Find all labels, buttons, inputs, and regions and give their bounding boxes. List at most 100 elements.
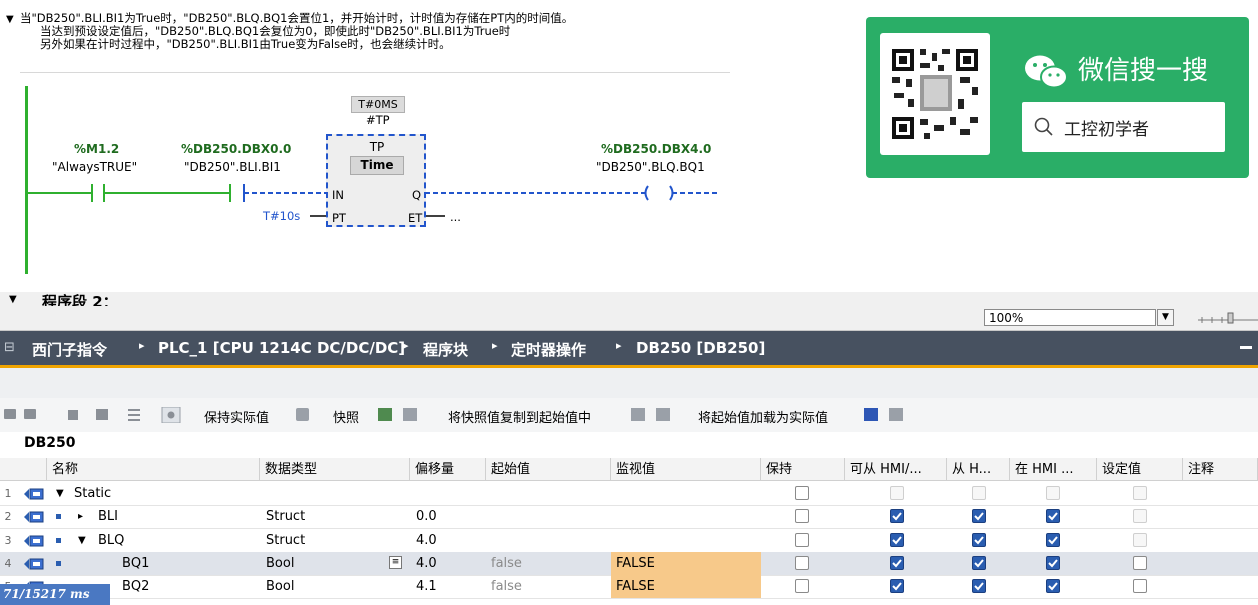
checkbox[interactable] [1133, 486, 1147, 500]
toolbar-icons-left[interactable] [4, 407, 184, 423]
checkbox[interactable] [972, 533, 986, 547]
column-header-start-value[interactable]: 起始值 [486, 458, 611, 481]
column-header-hmi-visible[interactable]: 在 HMI ... [1010, 458, 1097, 481]
breadcrumb-item-project[interactable]: 西门子指令 [32, 339, 107, 360]
checkbox[interactable] [1046, 486, 1060, 500]
zoom-select[interactable]: 100% [984, 309, 1156, 326]
timer-instance[interactable]: #TP [366, 113, 390, 127]
cell-datatype[interactable]: Struct [266, 529, 305, 552]
table-row[interactable]: 4 BQ1 Bool 4.0 false FALSE ≡ [0, 552, 1258, 576]
column-header-monitor-value[interactable]: 监视值 [611, 458, 761, 481]
cell-offset[interactable]: 0.0 [416, 505, 437, 528]
cell-start-value[interactable]: false [491, 552, 522, 575]
wechat-search-box[interactable]: 工控初学者 [1022, 102, 1225, 152]
cell-name[interactable]: Static [74, 482, 111, 505]
snapshot-button[interactable]: 快照 [333, 407, 359, 426]
keep-actual-values-button[interactable]: 保持实际值 [204, 407, 269, 426]
checkbox[interactable] [890, 533, 904, 547]
checkbox[interactable] [1046, 556, 1060, 570]
checkbox[interactable] [1133, 556, 1147, 570]
checkbox[interactable] [890, 579, 904, 593]
table-row[interactable]: 2 ▸ BLI Struct 0.0 [0, 505, 1258, 529]
cell-name[interactable]: BLI [98, 505, 118, 528]
cell-offset[interactable]: 4.0 [416, 552, 437, 575]
checkbox[interactable] [972, 509, 986, 523]
load-start-as-actual-button[interactable]: 将起始值加载为实际值 [698, 407, 828, 426]
network-2-header[interactable]: ▼ 程序段 2： [0, 292, 1258, 306]
cell-offset[interactable]: 4.0 [416, 529, 437, 552]
start-value-icon-2[interactable] [656, 408, 670, 421]
checkbox[interactable] [972, 556, 986, 570]
cell-offset[interactable]: 4.1 [416, 575, 437, 598]
column-header-hmi-write[interactable]: 从 H... [947, 458, 1010, 481]
coil-address[interactable]: %DB250.DBX4.0 [601, 142, 711, 156]
column-header-datatype[interactable]: 数据类型 [260, 458, 410, 481]
chevron-right-icon[interactable]: ▸ [78, 505, 83, 528]
checkbox[interactable] [890, 509, 904, 523]
coil-symbol[interactable]: "DB250".BLQ.BQ1 [596, 160, 705, 174]
checkmark-icon [892, 582, 902, 591]
breadcrumb-item-blocks[interactable]: 程序块 [423, 339, 468, 360]
cell-monitor-value[interactable]: FALSE [616, 575, 655, 598]
checkbox[interactable] [795, 509, 809, 523]
contact1-symbol[interactable]: "AlwaysTRUE" [52, 160, 137, 174]
copy-snapshot-icon[interactable] [378, 408, 392, 421]
cell-datatype[interactable]: Struct [266, 505, 305, 528]
checkmark-icon [1048, 536, 1058, 545]
chevron-down-icon[interactable]: ▼ [56, 482, 64, 505]
cell-datatype[interactable]: Bool [266, 552, 294, 575]
checkbox[interactable] [972, 579, 986, 593]
breadcrumb-item-timer-ops[interactable]: 定时器操作 [511, 339, 586, 360]
editor-header-band [0, 368, 1258, 398]
tp-timer-block[interactable]: TP Time IN PT Q ET [326, 134, 426, 227]
cell-name[interactable]: BLQ [98, 529, 124, 552]
timer-pt-value[interactable]: T#10s [263, 209, 300, 223]
checkbox[interactable] [795, 556, 809, 570]
load-icon[interactable] [403, 408, 417, 421]
zoom-slider[interactable] [1198, 310, 1258, 326]
snapshot-icon[interactable] [296, 408, 309, 421]
checkbox[interactable] [795, 486, 809, 500]
checkbox[interactable] [890, 486, 904, 500]
datatype-browse-icon[interactable]: ≡ [389, 556, 402, 569]
checkbox[interactable] [795, 533, 809, 547]
column-header-offset[interactable]: 偏移量 [410, 458, 486, 481]
breadcrumb-item-plc[interactable]: PLC_1 [CPU 1214C DC/DC/DC] [158, 339, 405, 357]
checkbox[interactable] [1133, 509, 1147, 523]
cell-start-value[interactable]: false [491, 575, 522, 598]
chevron-down-icon[interactable]: ▼ [78, 529, 86, 552]
table-row[interactable]: 1 ▼ Static [0, 482, 1258, 506]
column-header-setpoint[interactable]: 设定值 [1097, 458, 1183, 481]
timer-subtype[interactable]: Time [350, 156, 404, 175]
checkbox[interactable] [1133, 533, 1147, 547]
contact2-symbol[interactable]: "DB250".BLI.BI1 [184, 160, 281, 174]
cell-name[interactable]: BQ1 [122, 552, 149, 575]
checkbox[interactable] [1133, 579, 1147, 593]
chevron-down-icon[interactable]: ▼ [1157, 309, 1174, 326]
checkbox[interactable] [795, 579, 809, 593]
checkbox[interactable] [890, 556, 904, 570]
column-header-hmi-access[interactable]: 可从 HMI/... [845, 458, 947, 481]
column-header-retain[interactable]: 保持 [761, 458, 845, 481]
table-row[interactable]: 3 ▼ BLQ Struct 4.0 [0, 529, 1258, 553]
checkbox[interactable] [1046, 579, 1060, 593]
column-header-name[interactable]: 名称 [47, 458, 260, 481]
breadcrumb-item-db[interactable]: DB250 [DB250] [636, 339, 765, 357]
checkbox[interactable] [972, 486, 986, 500]
minimize-icon[interactable] [1240, 346, 1252, 349]
copy-snapshot-to-start-button[interactable]: 将快照值复制到起始值中 [448, 407, 591, 426]
start-value-icon[interactable] [631, 408, 645, 421]
cell-datatype[interactable]: Bool [266, 575, 294, 598]
cell-name[interactable]: BQ2 [122, 575, 149, 598]
contact1-address[interactable]: %M1.2 [74, 142, 119, 156]
column-header-comment[interactable]: 注释 [1183, 458, 1258, 481]
timer-et-value[interactable]: ... [450, 210, 461, 224]
table-row[interactable]: 5BQ2Bool4.1falseFALSE [0, 575, 1258, 599]
cell-monitor-value[interactable]: FALSE [616, 552, 655, 575]
load-actual-icon-2[interactable] [889, 408, 903, 421]
checkbox[interactable] [1046, 509, 1060, 523]
collapse-triangle-icon[interactable]: ▼ [9, 294, 17, 305]
checkbox[interactable] [1046, 533, 1060, 547]
load-actual-icon[interactable] [864, 408, 878, 421]
contact2-address[interactable]: %DB250.DBX0.0 [181, 142, 291, 156]
